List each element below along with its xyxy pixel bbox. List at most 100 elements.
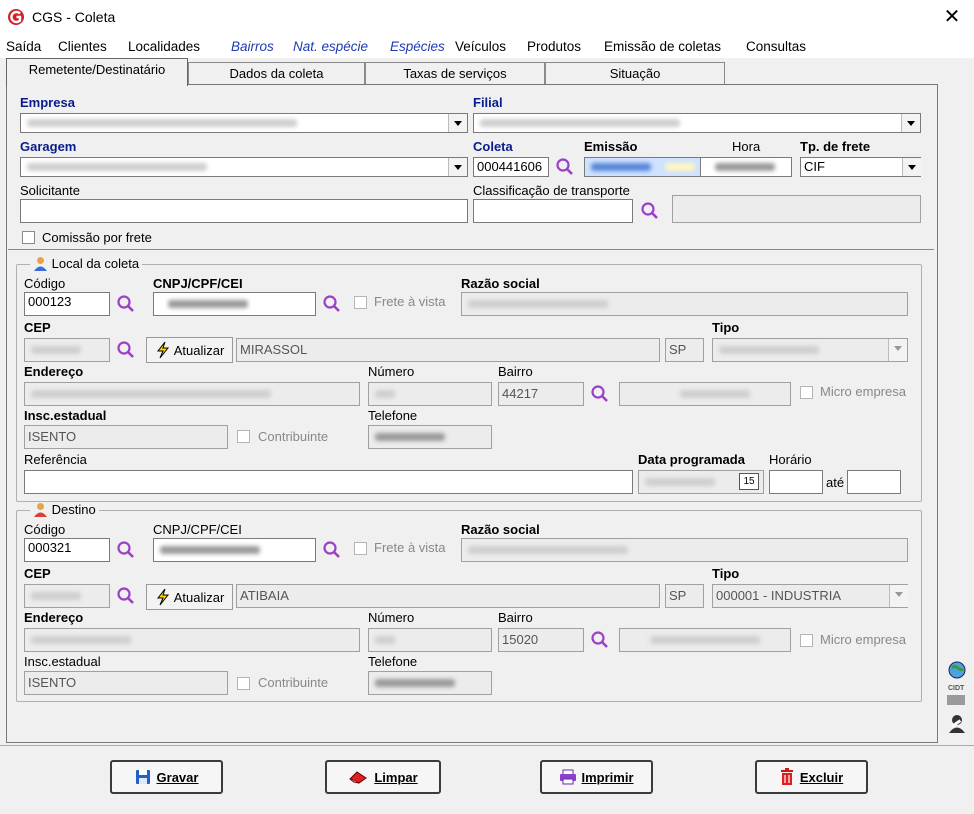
destino-contribuinte-checkbox[interactable] bbox=[237, 677, 250, 690]
menu-consultas[interactable]: Consultas bbox=[746, 39, 806, 54]
solicitante-label: Solicitante bbox=[20, 183, 80, 198]
local-ate-label: até bbox=[826, 475, 845, 490]
menu-clientes[interactable]: Clientes bbox=[58, 39, 107, 54]
destino-insc-field: ISENTO bbox=[24, 671, 228, 695]
tab-remetente-destinatario[interactable]: Remetente/Destinatário bbox=[6, 58, 188, 86]
imprimir-label: Imprimir bbox=[581, 769, 634, 785]
local-cnpj-input[interactable] bbox=[153, 292, 316, 316]
menu-emissao-coletas[interactable]: Emissão de coletas bbox=[604, 39, 721, 54]
menu-produtos[interactable]: Produtos bbox=[527, 39, 581, 54]
local-razao-field bbox=[461, 292, 908, 316]
destino-tipo-select[interactable]: 000001 - INDUSTRIA bbox=[712, 584, 908, 608]
emissao-label: Emissão bbox=[584, 139, 638, 154]
local-telefone-label: Telefone bbox=[368, 408, 418, 423]
search-icon[interactable] bbox=[116, 586, 136, 606]
destino-micro-empresa-checkbox[interactable] bbox=[800, 634, 813, 647]
classificacao-input[interactable] bbox=[473, 199, 633, 223]
destino-cnpj-input[interactable] bbox=[153, 538, 316, 562]
imprimir-button[interactable]: Imprimir bbox=[540, 760, 653, 794]
local-micro-empresa-checkbox[interactable] bbox=[800, 386, 813, 399]
menu-especies[interactable]: Espécies bbox=[390, 39, 445, 54]
destino-cidade-field: ATIBAIA bbox=[236, 584, 660, 608]
destino-frete-vista-checkbox[interactable] bbox=[354, 542, 367, 555]
search-icon[interactable] bbox=[640, 201, 660, 221]
search-icon[interactable] bbox=[116, 294, 136, 314]
local-micro-empresa-label: Micro empresa bbox=[820, 384, 906, 399]
tab-dados-coleta[interactable]: Dados da coleta bbox=[188, 62, 365, 85]
local-contribuinte-checkbox[interactable] bbox=[237, 430, 250, 443]
local-codigo-input[interactable]: 000123 bbox=[24, 292, 110, 316]
local-atualizar-button[interactable]: Atualizar bbox=[146, 337, 233, 363]
gravar-label: Gravar bbox=[156, 769, 199, 785]
local-horario-fim-input[interactable] bbox=[847, 470, 901, 494]
destino-cep-field[interactable] bbox=[24, 584, 110, 608]
search-icon[interactable] bbox=[322, 294, 342, 314]
destino-contribuinte-label: Contribuinte bbox=[258, 675, 329, 690]
local-insc-label: Insc.estadual bbox=[24, 408, 107, 423]
local-bairro-field[interactable]: 44217 bbox=[498, 382, 584, 406]
destino-title-text: Destino bbox=[51, 502, 96, 517]
local-tipo-select[interactable] bbox=[712, 338, 908, 362]
gravar-button[interactable]: Gravar bbox=[110, 760, 223, 794]
destino-bairro-field[interactable]: 15020 bbox=[498, 628, 584, 652]
hora-label: Hora bbox=[732, 139, 761, 154]
garagem-select[interactable] bbox=[20, 157, 468, 177]
comissao-checkbox[interactable] bbox=[22, 231, 35, 244]
local-contribuinte-label: Contribuinte bbox=[258, 429, 329, 444]
menu-bairros[interactable]: Bairros bbox=[231, 39, 274, 54]
tp-frete-dropdown-arrow[interactable] bbox=[902, 158, 921, 176]
hora-field[interactable] bbox=[700, 157, 792, 177]
search-icon[interactable] bbox=[555, 157, 575, 177]
globe-icon[interactable] bbox=[946, 659, 968, 681]
empresa-select[interactable] bbox=[20, 113, 468, 133]
cidt-icon[interactable] bbox=[947, 695, 965, 705]
menu-nat-especie[interactable]: Nat. espécie bbox=[293, 39, 368, 54]
excluir-button[interactable]: Excluir bbox=[755, 760, 868, 794]
local-data-programada-label: Data programada bbox=[638, 452, 745, 467]
local-coleta-title-text: Local da coleta bbox=[51, 256, 140, 271]
coleta-label: Coleta bbox=[473, 139, 513, 154]
menu-localidades[interactable]: Localidades bbox=[128, 39, 200, 54]
local-telefone-field bbox=[368, 425, 492, 449]
menu-bar: Saída Clientes Localidades Bairros Nat. … bbox=[0, 34, 974, 58]
filial-select[interactable] bbox=[473, 113, 921, 133]
search-icon[interactable] bbox=[322, 540, 342, 560]
destino-tipo-dropdown-arrow[interactable] bbox=[889, 585, 908, 607]
limpar-button[interactable]: Limpar bbox=[325, 760, 441, 794]
local-uf-field: SP bbox=[665, 338, 704, 362]
local-numero-field bbox=[368, 382, 492, 406]
local-atualizar-label: Atualizar bbox=[173, 342, 225, 358]
local-frete-vista-checkbox[interactable] bbox=[354, 296, 367, 309]
destino-uf-field: SP bbox=[665, 584, 704, 608]
destino-micro-empresa-label: Micro empresa bbox=[820, 632, 906, 647]
destino-endereco-label: Endereço bbox=[24, 610, 84, 625]
user-edit-icon[interactable] bbox=[946, 712, 968, 734]
search-icon[interactable] bbox=[116, 540, 136, 560]
local-referencia-input[interactable] bbox=[24, 470, 633, 494]
title-bar: CGS - Coleta ✕ bbox=[0, 0, 974, 34]
classificacao-label: Classificação de transporte bbox=[473, 183, 630, 198]
local-horario-inicio-input[interactable] bbox=[769, 470, 823, 494]
cidt-label: CIDT bbox=[948, 685, 965, 692]
empresa-label: Empresa bbox=[20, 95, 75, 110]
search-icon[interactable] bbox=[116, 340, 136, 360]
destino-atualizar-label: Atualizar bbox=[173, 589, 225, 605]
menu-veiculos[interactable]: Veículos bbox=[455, 39, 506, 54]
comissao-label: Comissão por frete bbox=[42, 230, 152, 245]
search-icon[interactable] bbox=[590, 630, 610, 650]
destino-atualizar-button[interactable]: Atualizar bbox=[146, 584, 233, 610]
destino-title: Destino bbox=[30, 502, 99, 517]
search-icon[interactable] bbox=[590, 384, 610, 404]
close-button[interactable]: ✕ bbox=[940, 5, 964, 29]
destino-codigo-input[interactable]: 000321 bbox=[24, 538, 110, 562]
excluir-label: Excluir bbox=[799, 769, 844, 785]
destino-telefone-field bbox=[368, 671, 492, 695]
tab-taxas-servicos[interactable]: Taxas de serviços bbox=[365, 62, 545, 85]
coleta-input[interactable]: 000441606 bbox=[473, 157, 549, 177]
tab-situacao[interactable]: Situação bbox=[545, 62, 725, 85]
menu-saida[interactable]: Saída bbox=[6, 39, 41, 54]
local-cep-field[interactable] bbox=[24, 338, 110, 362]
calendar-icon[interactable]: 15 bbox=[739, 473, 759, 490]
solicitante-input[interactable] bbox=[20, 199, 468, 223]
destino-razao-label: Razão social bbox=[461, 522, 540, 537]
